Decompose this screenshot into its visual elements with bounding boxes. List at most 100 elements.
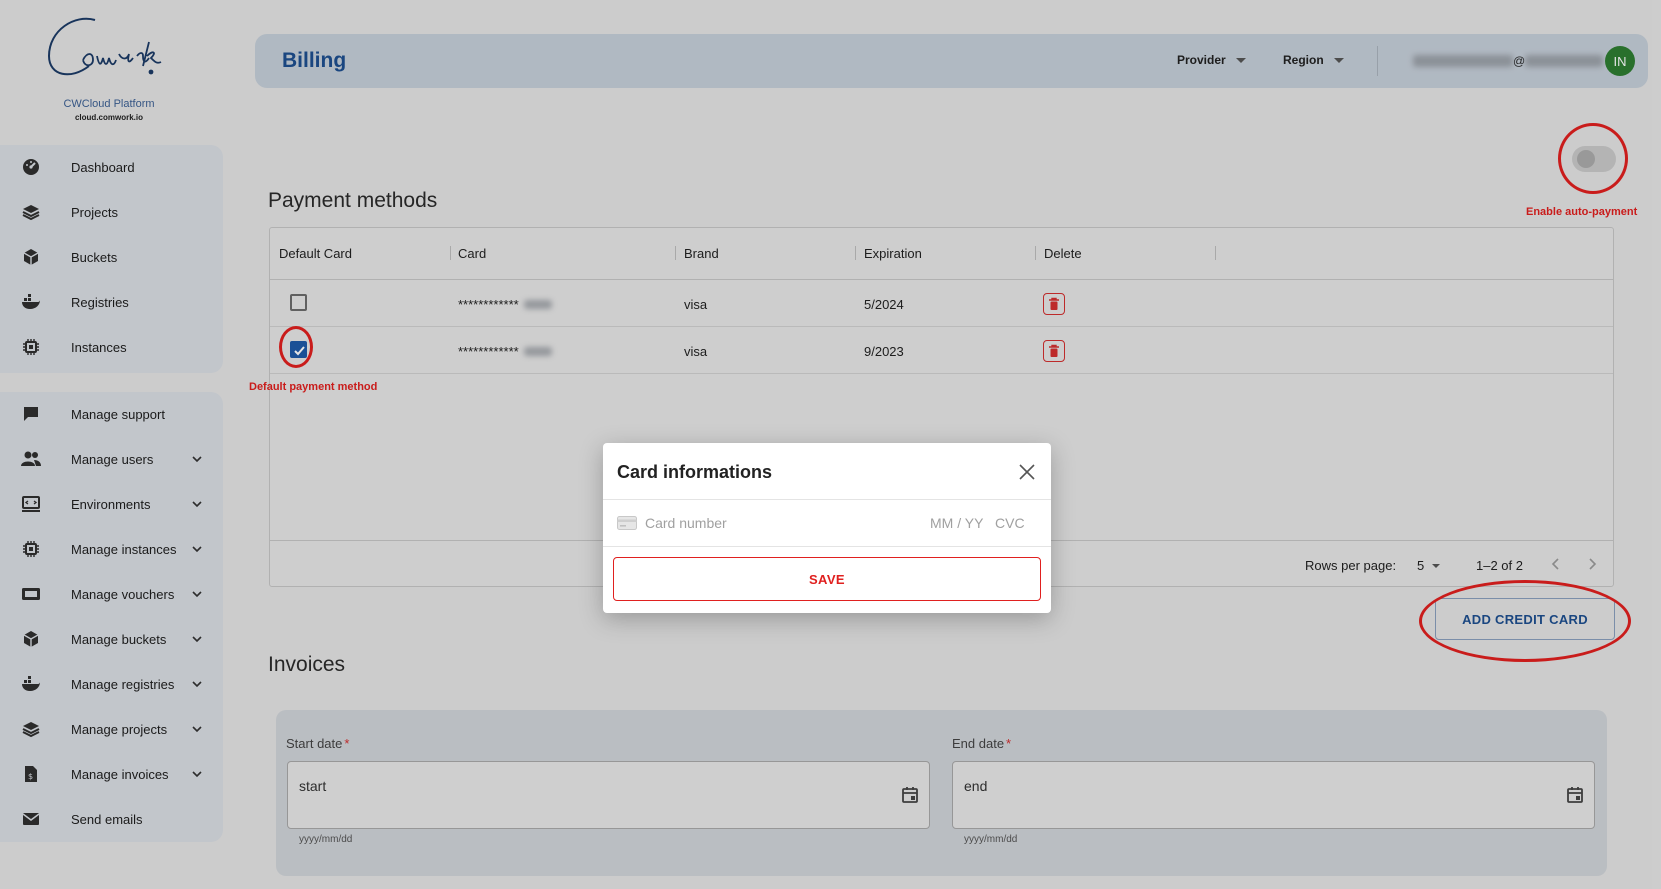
sidebar-item-label: Manage invoices <box>71 766 169 782</box>
sidebar-item-instances[interactable]: Instances <box>0 325 223 369</box>
chevron-down-icon <box>192 546 202 553</box>
sidebar-item-label: Registries <box>71 294 129 310</box>
close-icon[interactable] <box>1017 462 1037 482</box>
layers-icon <box>21 719 41 739</box>
cube-icon <box>21 247 41 267</box>
sidebar-item-label: Instances <box>71 339 127 355</box>
chevron-down-icon <box>192 771 202 778</box>
caret-down-icon <box>1432 563 1441 568</box>
column-header-card[interactable]: Card <box>458 246 486 261</box>
column-header-brand[interactable]: Brand <box>684 246 719 261</box>
layers-icon <box>21 202 41 222</box>
pagination-range: 1–2 of 2 <box>1476 558 1523 573</box>
next-page-icon[interactable] <box>1583 555 1601 573</box>
card-information-dialog: Card informations Card number MM / YY CV… <box>603 443 1051 613</box>
column-separator <box>450 246 451 260</box>
payment-methods-title: Payment methods <box>268 189 438 212</box>
card-number-placeholder: Card number <box>645 515 727 531</box>
provider-dropdown[interactable]: Provider <box>1177 53 1246 67</box>
expiry-placeholder: MM / YY <box>930 515 984 531</box>
chevron-down-icon <box>192 681 202 688</box>
table-header: Default Card Card Brand Expiration Delet… <box>270 228 1613 280</box>
invoices-filter-panel: Start date * start yyyy/mm/dd End date * e… <box>276 710 1607 876</box>
sidebar-item-dashboard[interactable]: Dashboard <box>0 145 223 189</box>
sidebar-item-label: Manage registries <box>71 676 175 692</box>
annotation-circle-default-card <box>279 326 313 368</box>
cvc-placeholder: CVC <box>995 515 1025 531</box>
sidebar-admin-nav: Manage support Manage users Environments… <box>0 392 223 842</box>
column-header-delete[interactable]: Delete <box>1044 246 1082 261</box>
docker-icon <box>21 674 41 694</box>
cube-icon <box>21 629 41 649</box>
sidebar-item-label: Manage buckets <box>71 631 167 647</box>
start-date-input[interactable]: start <box>287 761 930 829</box>
sidebar-item-manage-instances[interactable]: Manage instances <box>0 527 223 571</box>
sidebar-main-nav: Dashboard Projects Buckets Registries In… <box>0 145 223 373</box>
chip-icon <box>21 539 41 559</box>
save-card-button[interactable]: SAVE <box>613 557 1041 601</box>
platform-name: CWCloud Platform <box>63 98 155 110</box>
brand-logo[interactable]: CWCloud Platform cloud.comwork.io <box>0 0 218 140</box>
sidebar-item-manage-vouchers[interactable]: Manage vouchers <box>0 572 223 616</box>
users-icon <box>21 449 41 469</box>
card-expiration: 5/2024 <box>864 297 904 312</box>
monitor-code-icon <box>21 494 41 514</box>
header-divider <box>1377 46 1378 76</box>
chevron-down-icon <box>192 456 202 463</box>
top-header: Billing Provider Region @ IN <box>255 34 1648 88</box>
caret-down-icon <box>1333 57 1344 63</box>
default-card-checkbox[interactable] <box>290 294 307 311</box>
dialog-divider <box>603 546 1051 547</box>
end-date-label: End date * <box>952 736 1012 751</box>
chat-icon <box>21 404 41 424</box>
credit-card-icon <box>617 516 637 530</box>
rows-per-page-select[interactable]: 5 <box>1417 558 1441 573</box>
sidebar-item-manage-users[interactable]: Manage users <box>0 437 223 481</box>
sidebar-item-label: Manage vouchers <box>71 586 175 602</box>
calendar-icon[interactable] <box>900 785 920 805</box>
table-row: ************ visa 5/2024 <box>270 281 1613 327</box>
sidebar-item-manage-buckets[interactable]: Manage buckets <box>0 617 223 661</box>
user-avatar[interactable]: IN <box>1605 46 1635 76</box>
annotation-circle-add-card <box>1419 580 1631 662</box>
voucher-icon <box>21 584 41 604</box>
delete-card-button[interactable] <box>1043 293 1065 315</box>
table-row: ************ visa 9/2023 <box>270 328 1613 374</box>
sidebar-item-label: Projects <box>71 204 118 220</box>
sidebar-item-environments[interactable]: Environments <box>0 482 223 526</box>
card-details-input[interactable]: Card number MM / YY CVC <box>603 500 1051 546</box>
trash-icon <box>1049 297 1059 310</box>
card-brand: visa <box>684 344 708 359</box>
column-separator <box>1215 246 1216 260</box>
sidebar-item-send-emails[interactable]: Send emails <box>0 797 223 841</box>
sidebar-item-projects[interactable]: Projects <box>0 190 223 234</box>
redacted-card-digits <box>523 347 552 356</box>
sidebar-item-label: Manage instances <box>71 541 177 557</box>
sidebar-item-manage-support[interactable]: Manage support <box>0 392 223 436</box>
column-header-expiration[interactable]: Expiration <box>864 246 922 261</box>
column-separator <box>855 246 856 260</box>
sidebar-item-manage-projects[interactable]: Manage projects <box>0 707 223 751</box>
chevron-down-icon <box>192 636 202 643</box>
user-email[interactable]: @ <box>1413 54 1604 68</box>
sidebar-item-buckets[interactable]: Buckets <box>0 235 223 279</box>
previous-page-icon[interactable] <box>1547 555 1565 573</box>
column-header-default-card[interactable]: Default Card <box>279 246 352 261</box>
sidebar-item-label: Manage support <box>71 406 165 422</box>
sidebar-item-label: Buckets <box>71 249 118 265</box>
region-dropdown[interactable]: Region <box>1283 53 1344 67</box>
sidebar-item-registries[interactable]: Registries <box>0 280 223 324</box>
annotation-circle-auto-payment <box>1558 123 1628 194</box>
chevron-down-icon <box>192 501 202 508</box>
svg-text:$: $ <box>28 772 33 781</box>
start-date-label: Start date * <box>286 736 350 751</box>
calendar-icon[interactable] <box>1565 785 1585 805</box>
delete-card-button[interactable] <box>1043 340 1065 362</box>
caret-down-icon <box>1235 57 1246 63</box>
invoice-icon: $ <box>21 764 41 784</box>
chevron-down-icon <box>192 591 202 598</box>
chevron-down-icon <box>192 726 202 733</box>
end-date-input[interactable]: end <box>952 761 1595 829</box>
sidebar-item-manage-invoices[interactable]: $ Manage invoices <box>0 752 223 796</box>
sidebar-item-manage-registries[interactable]: Manage registries <box>0 662 223 706</box>
